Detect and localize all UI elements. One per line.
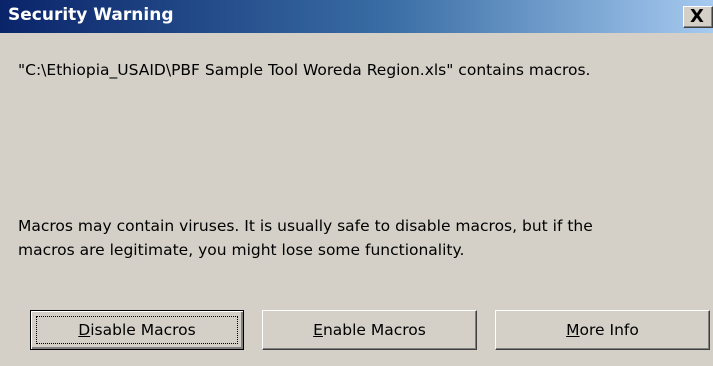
disable-label: isable Macros <box>90 321 196 339</box>
disable-macros-button[interactable]: Disable Macros <box>30 310 244 350</box>
more-label: ore Info <box>579 321 639 339</box>
dialog-title: Security Warning <box>8 5 174 25</box>
enable-label: nable Macros <box>322 321 426 339</box>
more-mnemonic: M <box>566 321 580 339</box>
virus-warning-text: Macros may contain viruses. It is usuall… <box>18 214 698 262</box>
warning-line-1: Macros may contain viruses. It is usuall… <box>18 217 593 235</box>
enable-mnemonic: E <box>313 321 323 339</box>
close-button[interactable]: X <box>683 6 713 28</box>
macro-file-message: "C:\Ethiopia_USAID\PBF Sample Tool Wored… <box>18 61 591 79</box>
security-warning-dialog: Security Warning X "C:\Ethiopia_USAID\PB… <box>0 0 713 366</box>
close-icon: X <box>690 6 704 27</box>
disable-mnemonic: D <box>78 321 91 339</box>
title-bar[interactable]: Security Warning X <box>0 0 713 33</box>
more-info-button[interactable]: More Info <box>495 310 710 350</box>
enable-macros-button[interactable]: Enable Macros <box>262 310 477 350</box>
warning-line-2: macros are legitimate, you might lose so… <box>18 241 465 259</box>
